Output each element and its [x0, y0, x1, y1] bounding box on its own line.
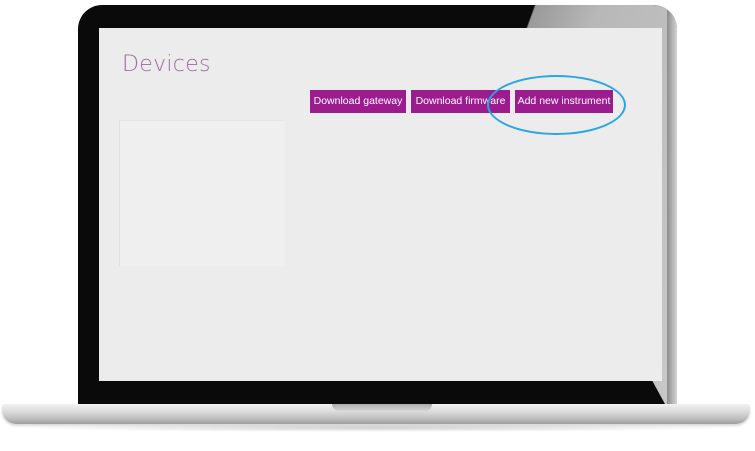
laptop-mockup: Devices Download gateway Download firmwa…: [0, 0, 755, 451]
download-firmware-button[interactable]: Download firmware: [411, 90, 510, 113]
lid-opening-notch: [332, 404, 432, 411]
page-title: Devices: [122, 52, 211, 77]
lid-edge: [667, 5, 677, 415]
app-screen: Devices Download gateway Download firmwa…: [99, 28, 662, 381]
laptop-shadow: [10, 424, 743, 432]
laptop-base: [2, 404, 750, 424]
device-list-panel: [119, 120, 285, 266]
add-new-instrument-button[interactable]: Add new instrument: [515, 90, 613, 113]
download-gateway-button[interactable]: Download gateway: [310, 90, 406, 113]
